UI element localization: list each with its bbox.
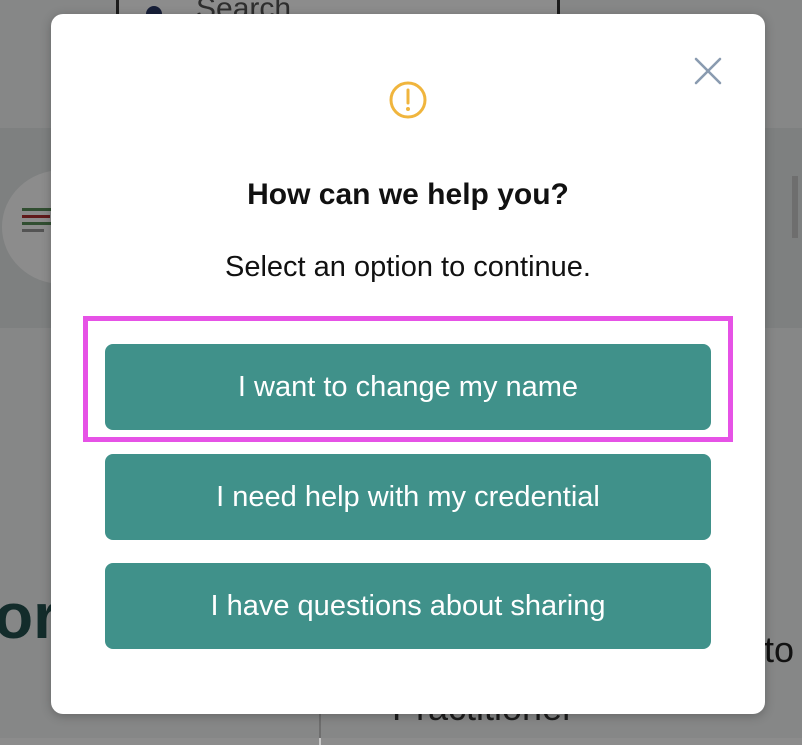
help-modal: How can we help you? Select an option to… bbox=[51, 14, 765, 714]
close-button[interactable] bbox=[691, 54, 725, 88]
close-icon bbox=[694, 57, 722, 85]
credential-help-button[interactable]: I need help with my credential bbox=[105, 454, 711, 540]
modal-subtitle: Select an option to continue. bbox=[225, 251, 591, 283]
change-name-button[interactable]: I want to change my name bbox=[105, 344, 711, 430]
modal-title: How can we help you? bbox=[247, 178, 569, 211]
warning-circle-icon bbox=[388, 80, 428, 120]
sharing-questions-button[interactable]: I have questions about sharing bbox=[105, 563, 711, 649]
